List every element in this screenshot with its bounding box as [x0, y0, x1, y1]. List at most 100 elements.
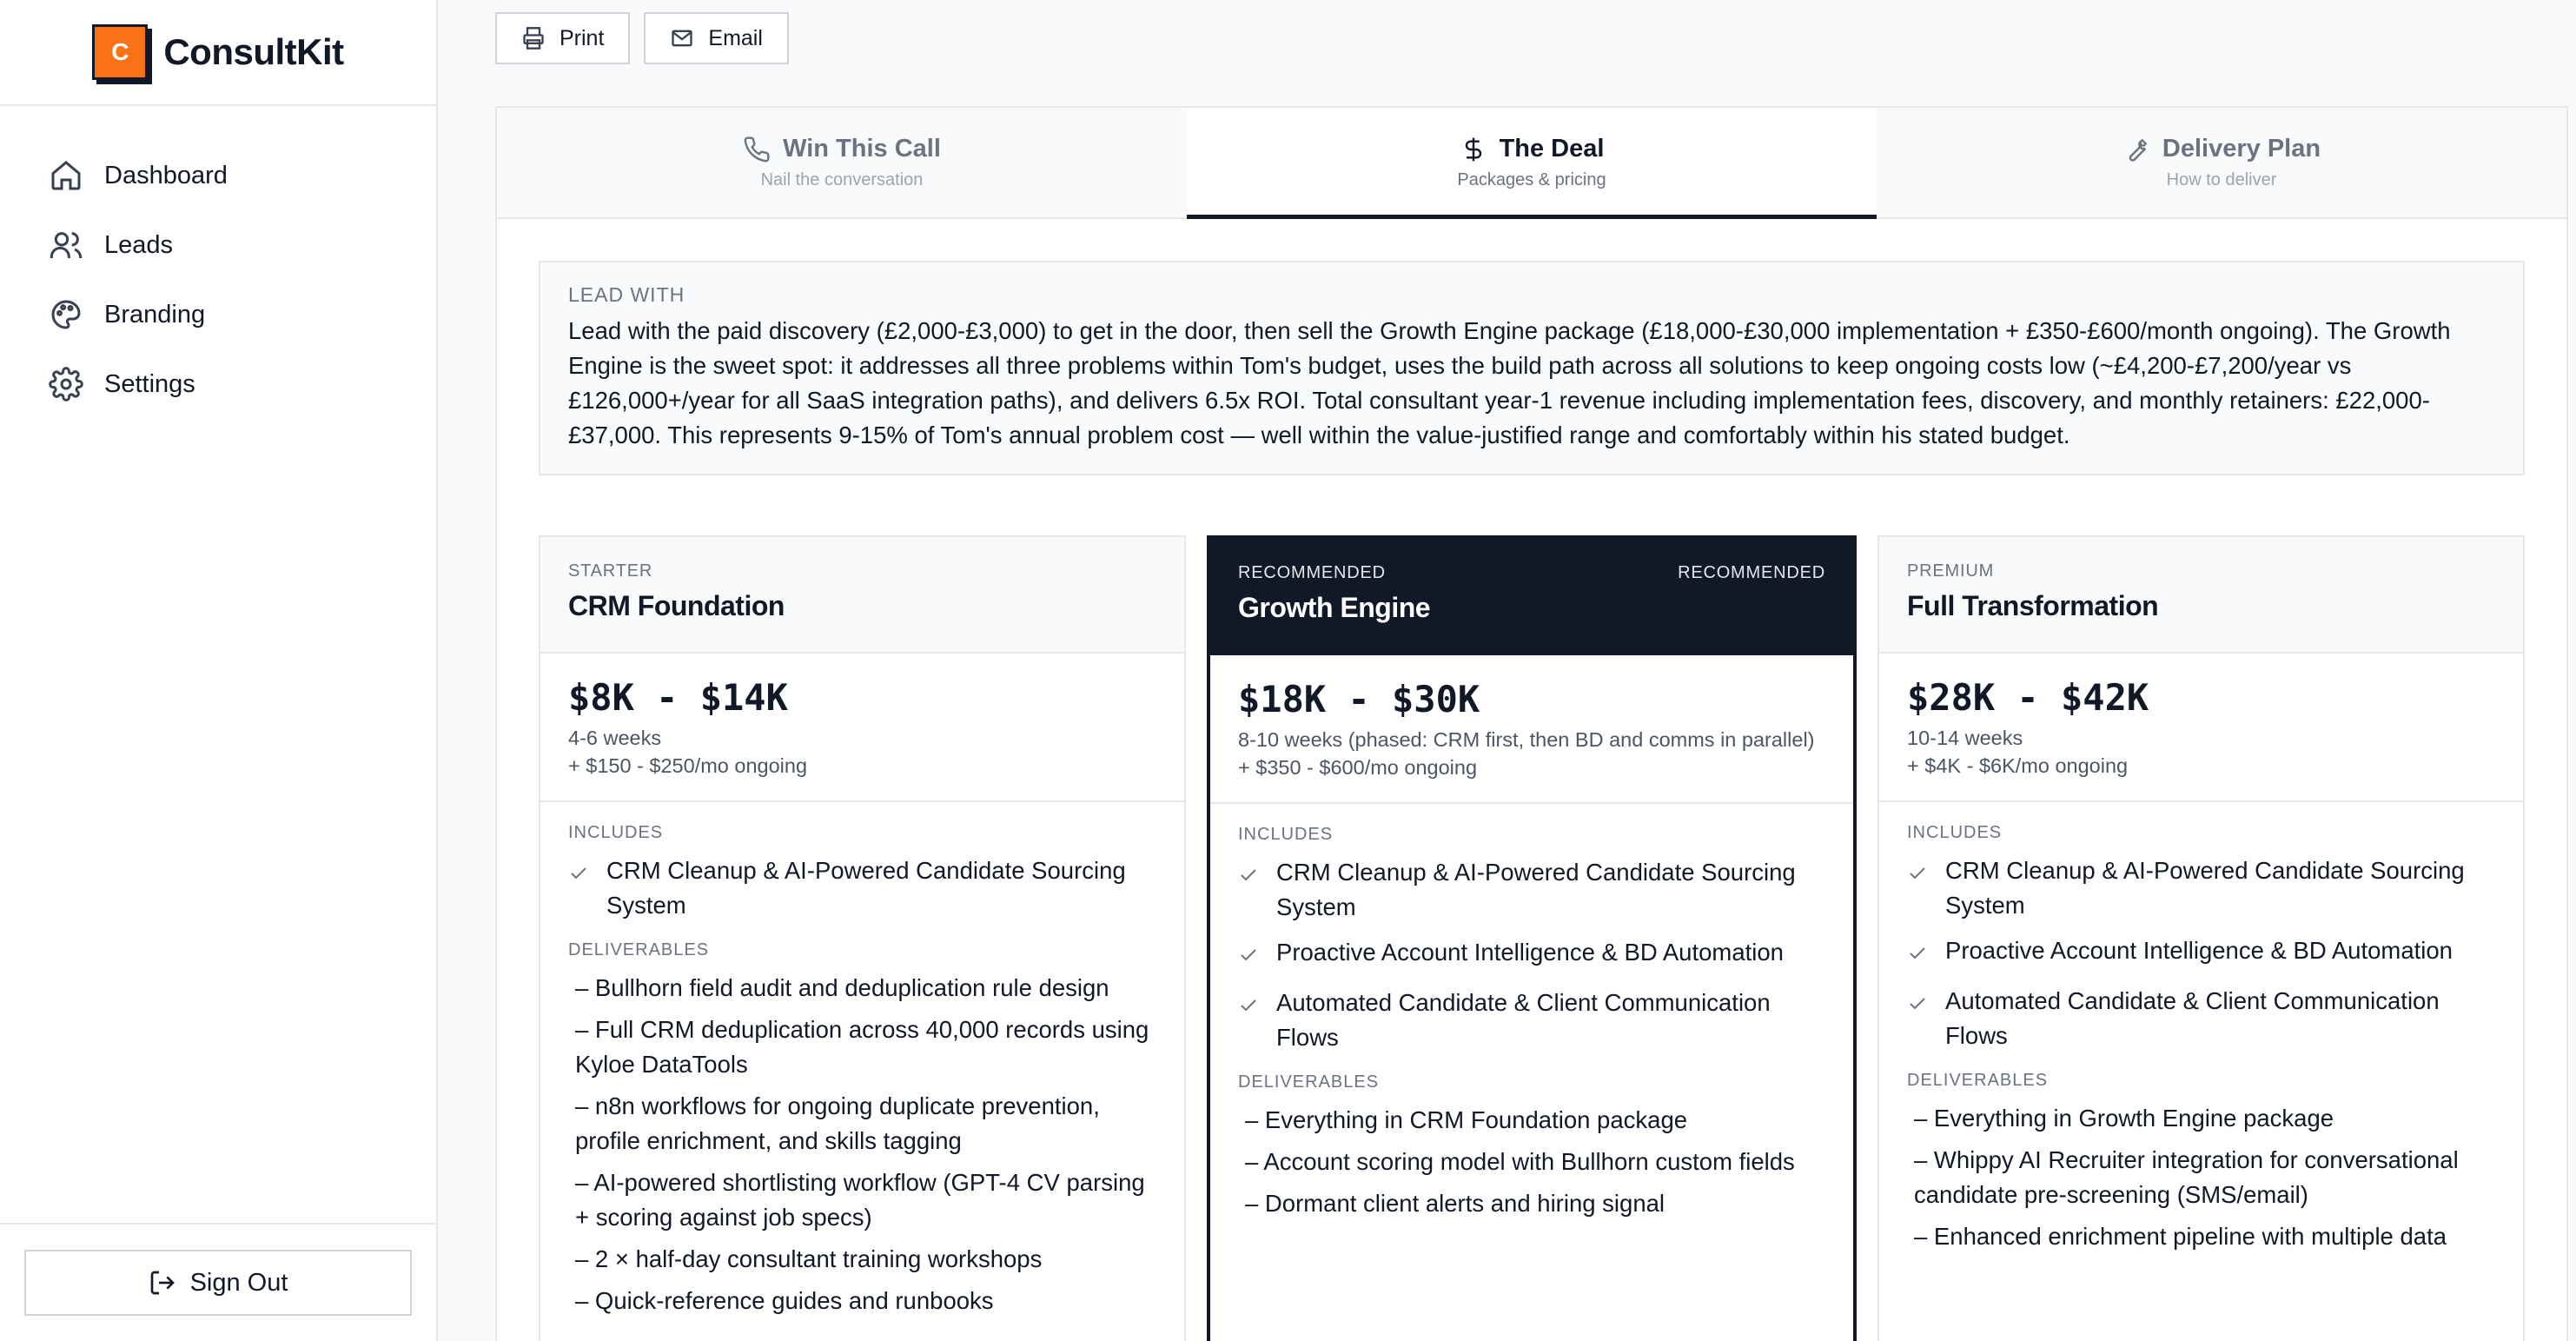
card-header: STARTER CRM Foundation: [540, 537, 1184, 654]
list-item: – AI-powered shortlisting workflow (GPT-…: [575, 1169, 1145, 1231]
card-header: PREMIUM Full Transformation: [1879, 537, 2523, 654]
tab-delivery-plan[interactable]: Delivery Plan How to deliver: [1877, 108, 2566, 217]
list-item: – Whippy AI Recruiter integration for co…: [1914, 1146, 2459, 1208]
check-icon: [1241, 949, 1256, 961]
list-item: – Enhanced enrichment pipeline with mult…: [1914, 1223, 2447, 1250]
package-timeline: 8-10 weeks (phased: CRM first, then BD a…: [1238, 728, 1815, 751]
package-ongoing: + $350 - $600/mo ongoing: [1238, 756, 1478, 779]
deliverables-list: – Everything in CRM Foundation package –…: [1238, 1103, 1825, 1221]
tab-header: The Deal: [1460, 135, 1604, 163]
includes-list: CRM Cleanup & AI-Powered Candidate Sourc…: [1907, 853, 2495, 1053]
includes-label: INCLUDES: [568, 823, 664, 842]
list-item: CRM Cleanup & AI-Powered Candidate Sourc…: [1238, 855, 1825, 925]
list-item: – Bullhorn field audit and deduplication…: [575, 974, 1109, 1001]
tab-bar: Win This Call Nail the conversation The …: [497, 108, 2566, 219]
check-icon: [1241, 999, 1256, 1012]
sign-out-icon: [150, 1271, 175, 1295]
brand-logo[interactable]: C: [92, 24, 149, 80]
report-panel: Win This Call Nail the conversation The …: [495, 106, 2568, 1341]
main-content: Print Email Win This Call Nail the conve…: [438, 0, 2576, 1341]
list-item: CRM Cleanup & AI-Powered Candidate Sourc…: [1907, 853, 2495, 923]
includes-list: CRM Cleanup & AI-Powered Candidate Sourc…: [568, 853, 1156, 923]
tier-label: PREMIUM: [1907, 561, 1995, 581]
tab-subtitle: Packages & pricing: [1457, 170, 1606, 189]
package-price: $28K - $42K: [1907, 676, 2149, 719]
brand-header: C ConsultKit: [0, 0, 436, 106]
package-title: Growth Engine: [1238, 592, 1431, 623]
sidebar-item-dashboard[interactable]: Dashboard: [0, 141, 436, 210]
list-item: Proactive Account Intelligence & BD Auto…: [1907, 933, 2495, 973]
brand-name[interactable]: ConsultKit: [163, 31, 344, 73]
include-text: Proactive Account Intelligence & BD Auto…: [1276, 939, 1784, 966]
check-icon: [571, 867, 586, 880]
sidebar-item-settings[interactable]: Settings: [0, 349, 436, 419]
check-icon: [1910, 947, 1925, 959]
wrench-icon: [2129, 138, 2148, 162]
gear-icon: [49, 367, 83, 402]
tab-win-this-call[interactable]: Win This Call Nail the conversation: [497, 108, 1187, 217]
printer-icon: [523, 27, 544, 50]
lead-with-box: LEAD WITH Lead with the paid discovery (…: [539, 261, 2525, 475]
sidebar-footer: Sign Out: [0, 1223, 436, 1341]
tab-title: Win This Call: [783, 135, 941, 163]
list-item: – Quick-reference guides and runbooks: [575, 1287, 994, 1314]
sign-out-button[interactable]: Sign Out: [24, 1250, 412, 1316]
package-ongoing: + $150 - $250/mo ongoing: [568, 754, 808, 777]
phone-icon: [744, 136, 770, 162]
email-button[interactable]: Email: [644, 12, 789, 64]
sidebar-item-branding[interactable]: Branding: [0, 280, 436, 349]
sidebar-item-label: Settings: [104, 369, 195, 398]
print-label: Print: [560, 25, 605, 50]
package-timeline: 10-14 weeks: [1907, 727, 2023, 749]
card-body: INCLUDES CRM Cleanup & AI-Powered Candid…: [1879, 802, 2523, 1282]
package-card-starter[interactable]: STARTER CRM Foundation $8K - $14K 4-6 we…: [539, 535, 1186, 1341]
sidebar: C ConsultKit Dashboard Leads Branding Se…: [0, 0, 438, 1341]
card-header: RECOMMENDED RECOMMENDED Growth Engine: [1210, 539, 1853, 655]
sidebar-item-leads[interactable]: Leads: [0, 210, 436, 280]
check-icon: [1910, 867, 1925, 880]
tab-subtitle: Nail the conversation: [760, 170, 924, 189]
list-item: – Dormant client alerts and hiring signa…: [1245, 1190, 1665, 1217]
list-item: Automated Candidate & Client Communicati…: [1907, 984, 2495, 1053]
include-text: Automated Candidate & Client Communicati…: [1945, 987, 2440, 1049]
sidebar-nav: Dashboard Leads Branding Settings: [0, 106, 436, 419]
list-item: – n8n workflows for ongoing duplicate pr…: [575, 1092, 1100, 1154]
includes-list: CRM Cleanup & AI-Powered Candidate Sourc…: [1238, 855, 1825, 1055]
palette-icon: [51, 300, 81, 329]
package-price: $18K - $30K: [1238, 678, 1480, 720]
recommended-badge: RECOMMENDED: [1678, 563, 1825, 582]
lead-with-text: Lead with the paid discovery (£2,000-£3,…: [568, 317, 2451, 448]
check-icon: [1241, 869, 1256, 881]
package-title: CRM Foundation: [568, 590, 785, 621]
list-item: CRM Cleanup & AI-Powered Candidate Sourc…: [568, 853, 1156, 923]
package-card-premium[interactable]: PREMIUM Full Transformation $28K - $42K …: [1877, 535, 2525, 1341]
tier-label: STARTER: [568, 561, 653, 581]
list-item: Proactive Account Intelligence & BD Auto…: [1238, 935, 1825, 975]
dollar-icon: [1465, 137, 1481, 161]
deliverables-label: DELIVERABLES: [1907, 1071, 2049, 1090]
tab-header: Win This Call: [743, 135, 941, 163]
print-button[interactable]: Print: [495, 12, 631, 64]
includes-label: INCLUDES: [1238, 825, 1334, 844]
sidebar-item-label: Branding: [104, 300, 206, 329]
package-card-recommended[interactable]: RECOMMENDED RECOMMENDED Growth Engine $1…: [1207, 535, 1857, 1341]
package-title: Full Transformation: [1907, 590, 2159, 621]
deliverables-list: – Bullhorn field audit and deduplication…: [568, 971, 1156, 1318]
list-item: – Full CRM deduplication across 40,000 r…: [575, 1016, 1149, 1078]
list-item: Automated Candidate & Client Communicati…: [1238, 986, 1825, 1055]
package-ongoing: + $4K - $6K/mo ongoing: [1907, 754, 2129, 777]
email-label: Email: [708, 25, 763, 50]
tab-the-deal[interactable]: The Deal Packages & pricing: [1187, 108, 1877, 219]
include-text: Automated Candidate & Client Communicati…: [1276, 989, 1771, 1051]
package-timeline: 4-6 weeks: [568, 727, 662, 749]
card-body: INCLUDES CRM Cleanup & AI-Powered Candid…: [540, 802, 1184, 1341]
list-item: – Everything in CRM Foundation package: [1245, 1106, 1688, 1133]
lead-with-label: LEAD WITH: [568, 283, 685, 306]
price-block: $28K - $42K 10-14 weeks + $4K - $6K/mo o…: [1879, 654, 2523, 802]
card-body: INCLUDES CRM Cleanup & AI-Powered Candid…: [1210, 804, 1853, 1249]
price-block: $8K - $14K 4-6 weeks + $150 - $250/mo on…: [540, 654, 1184, 802]
deliverables-label: DELIVERABLES: [568, 940, 710, 959]
deliverables-list: – Everything in Growth Engine package – …: [1907, 1101, 2495, 1254]
tab-header: Delivery Plan: [2122, 135, 2321, 163]
home-icon: [51, 161, 81, 190]
